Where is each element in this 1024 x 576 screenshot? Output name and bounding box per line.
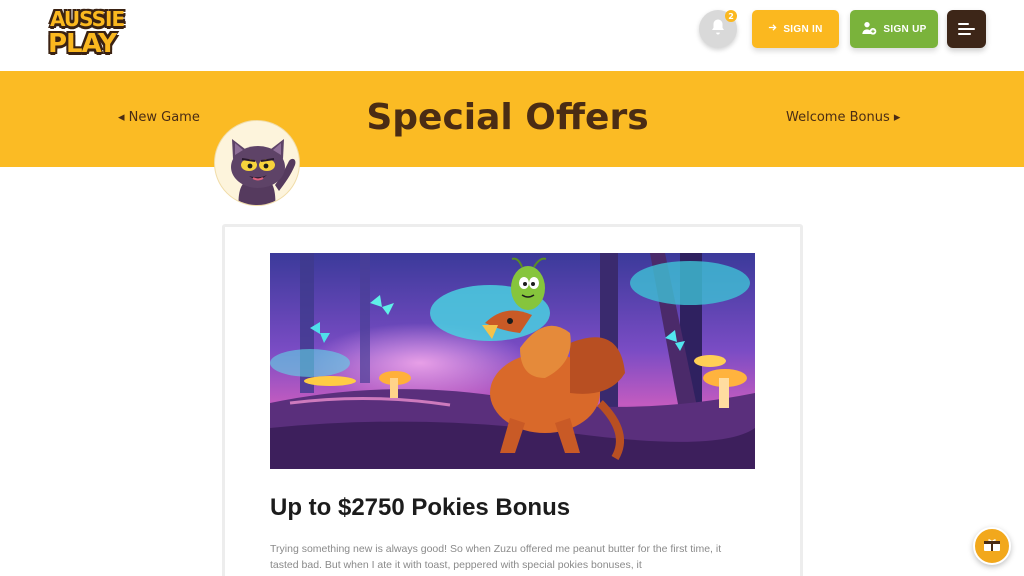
sign-in-label: SIGN IN xyxy=(783,23,823,35)
menu-button[interactable] xyxy=(947,10,986,48)
floating-gift-button[interactable] xyxy=(973,527,1011,565)
arrow-right-icon xyxy=(768,23,777,35)
page: AUSSIE PLAY 2 SIGN IN SIGN UP ◂ New Game… xyxy=(0,0,1024,576)
next-page-link[interactable]: Welcome Bonus ▸ xyxy=(786,110,900,125)
add-user-icon xyxy=(861,20,877,39)
notification-count-badge: 2 xyxy=(725,10,737,22)
sign-up-label: SIGN UP xyxy=(883,23,927,35)
cat-mascot-avatar xyxy=(214,120,300,206)
hamburger-icon-line xyxy=(958,33,971,35)
sign-in-button[interactable]: SIGN IN xyxy=(752,10,839,48)
hamburger-icon-line xyxy=(958,28,975,30)
logo-line-1: AUSSIE xyxy=(50,7,125,31)
sign-up-button[interactable]: SIGN UP xyxy=(850,10,938,48)
aussie-play-logo[interactable]: AUSSIE PLAY xyxy=(48,9,134,61)
offer-description: Trying something new is always good! So … xyxy=(270,543,722,571)
bell-icon xyxy=(709,18,727,40)
gift-icon xyxy=(983,537,1001,556)
hamburger-icon xyxy=(958,23,969,25)
logo-line-2: PLAY xyxy=(48,29,117,59)
offer-title: Up to $2750 Pokies Bonus xyxy=(270,494,571,521)
offer-hero-image xyxy=(270,253,755,469)
top-header: AUSSIE PLAY 2 SIGN IN SIGN UP xyxy=(0,0,1024,71)
